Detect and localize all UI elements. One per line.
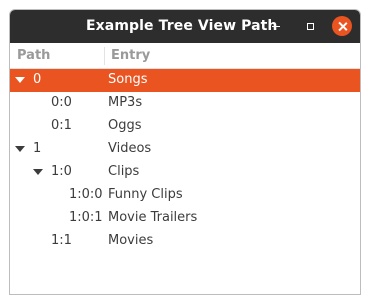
tree-row-clips[interactable]: 1:0 Clips — [10, 161, 360, 184]
column-header-path[interactable]: Path — [17, 48, 50, 63]
row-entry: Videos — [108, 141, 152, 156]
tree-row-mp3s[interactable]: 0:0 MP3s — [10, 92, 360, 115]
row-entry: Movie Trailers — [108, 210, 198, 225]
close-icon — [338, 22, 347, 31]
row-entry: Funny Clips — [108, 187, 183, 202]
row-path: 1 — [33, 141, 42, 156]
row-path: 1:1 — [51, 233, 72, 248]
row-path: 1:0:0 — [69, 187, 103, 202]
app-window: Example Tree View Path Path Entry 0 Song… — [9, 9, 361, 295]
title-bar[interactable]: Example Tree View Path — [10, 10, 360, 43]
expander-triangle-down-icon[interactable] — [15, 146, 25, 152]
row-entry: Oggs — [108, 118, 142, 133]
expander-triangle-down-icon[interactable] — [15, 77, 25, 83]
tree-row-videos[interactable]: 1 Videos — [10, 138, 360, 161]
column-header-bar: Path Entry — [10, 43, 360, 69]
close-button[interactable] — [332, 16, 352, 36]
column-header-entry[interactable]: Entry — [111, 48, 150, 63]
row-entry: Songs — [108, 72, 148, 87]
row-path: 0:0 — [51, 95, 72, 110]
tree-row-movies[interactable]: 1:1 Movies — [10, 230, 360, 253]
row-entry: Clips — [108, 164, 140, 179]
row-entry: Movies — [108, 233, 154, 248]
minimize-button[interactable] — [266, 16, 286, 36]
row-path: 1:0:1 — [69, 210, 103, 225]
maximize-icon — [306, 22, 314, 30]
row-entry: MP3s — [108, 95, 143, 110]
maximize-button[interactable] — [300, 16, 320, 36]
tree-row-songs[interactable]: 0 Songs — [10, 69, 360, 92]
tree-view[interactable]: 0 Songs 0:0 MP3s 0:1 Oggs 1 Videos 1:0 C… — [10, 69, 360, 253]
tree-row-movie-trailers[interactable]: 1:0:1 Movie Trailers — [10, 207, 360, 230]
row-path: 0:1 — [51, 118, 72, 133]
window-title: Example Tree View Path — [86, 18, 278, 34]
column-separator — [104, 47, 105, 65]
minimize-icon — [272, 25, 280, 27]
tree-row-oggs[interactable]: 0:1 Oggs — [10, 115, 360, 138]
tree-row-funny-clips[interactable]: 1:0:0 Funny Clips — [10, 184, 360, 207]
row-path: 1:0 — [51, 164, 72, 179]
expander-triangle-down-icon[interactable] — [33, 169, 43, 175]
row-path: 0 — [33, 72, 42, 87]
